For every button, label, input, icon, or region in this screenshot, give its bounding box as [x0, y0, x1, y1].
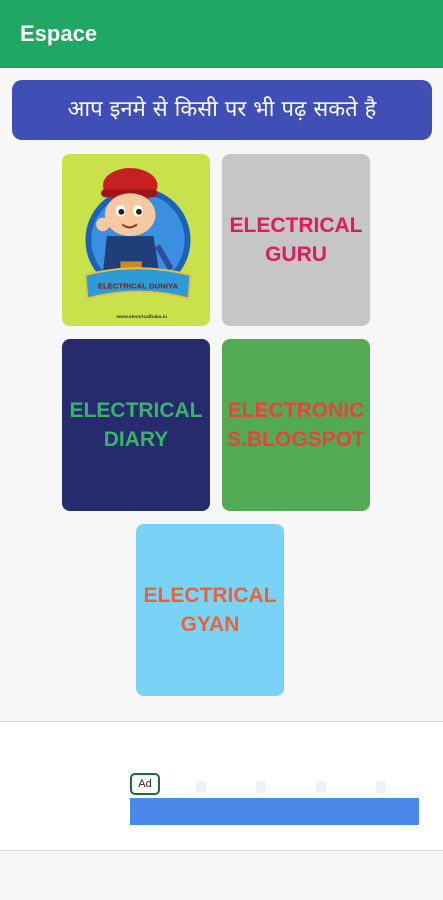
- tile-label: ELECTRICAL DIARY: [69, 399, 203, 451]
- logo-ribbon-text: ELECTRICAL DUNIYA: [98, 282, 179, 291]
- ad-badge: Ad: [130, 773, 160, 795]
- tile-electrical-guru[interactable]: ELECTRICAL GURU: [222, 154, 370, 326]
- ad-content-bar[interactable]: [130, 798, 419, 825]
- logo-url-text: www.electricalbaba.in: [116, 314, 168, 320]
- tile-electronics-blogspot[interactable]: ELECTRONICS.BLOGSPOT: [222, 339, 370, 511]
- tile-label: ELECTRICAL GYAN: [143, 584, 277, 636]
- info-banner: आप इनमे से किसी पर भी पढ़ सकते है: [12, 80, 432, 140]
- tile-electrical-gyan[interactable]: ELECTRICAL GYAN: [136, 524, 284, 696]
- app-title: Espace: [0, 0, 443, 68]
- ad-placeholder-dot: [196, 781, 206, 793]
- electrical-duniya-logo: ELECTRICAL DUNIYA www.electricalbaba.in: [64, 156, 208, 324]
- tile-electrical-diary[interactable]: ELECTRICAL DIARY: [62, 339, 210, 511]
- ad-placeholder-dot: [256, 781, 266, 793]
- ad-placeholder-dot: [376, 781, 386, 793]
- tile-label: ELECTRICAL GURU: [229, 214, 363, 266]
- ad-placeholder-dot: [316, 781, 326, 793]
- tile-electrical-duniya[interactable]: ELECTRICAL DUNIYA www.electricalbaba.in: [62, 154, 210, 326]
- tile-label: ELECTRONICS.BLOGSPOT: [227, 399, 365, 451]
